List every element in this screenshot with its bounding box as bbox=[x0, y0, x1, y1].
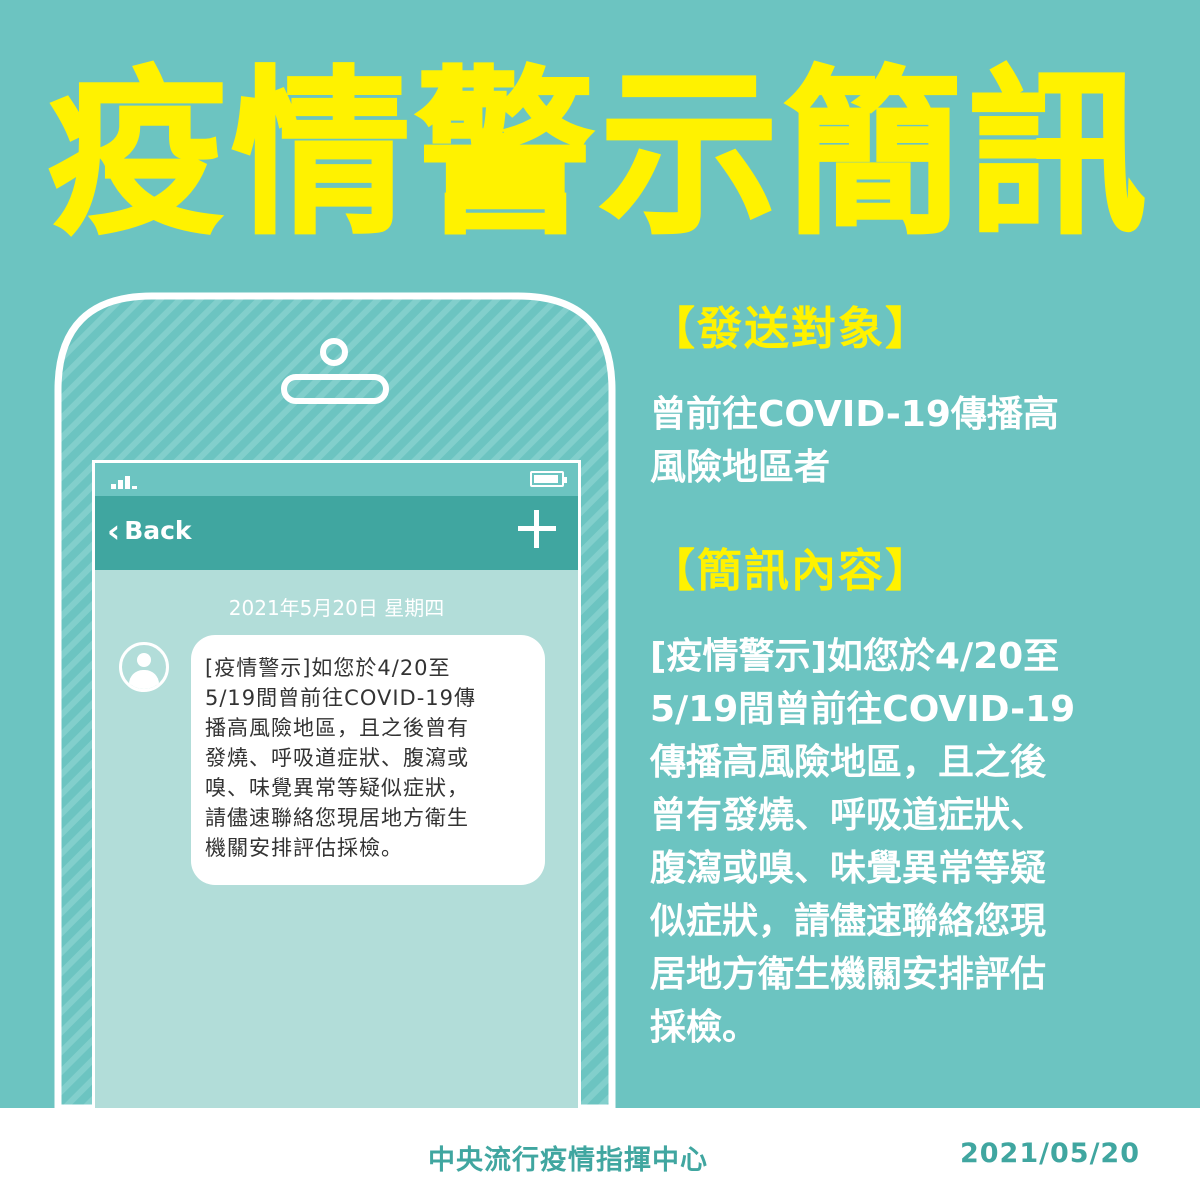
status-bar bbox=[95, 463, 578, 496]
message-line: 播高風險地區，且之後曾有 bbox=[205, 716, 469, 740]
plus-icon[interactable] bbox=[518, 510, 556, 548]
nav-bar: ‹ Back bbox=[95, 496, 578, 570]
recipients-text: 曾前往COVID-19傳播高 風險地區者 bbox=[650, 394, 1059, 488]
message-line: 請儘速聯絡您現居地方衛生 bbox=[205, 806, 469, 830]
publish-date: 2021/05/20 bbox=[959, 1138, 1140, 1169]
content-text: [疫情警示]如您於4/20至 5/19間曾前往COVID-19 傳播高風險地區，… bbox=[650, 636, 1076, 1048]
organization-name: 中央流行疫情指揮中心 bbox=[428, 1145, 708, 1176]
content-heading: 【簡訊內容】 bbox=[650, 544, 933, 597]
message-line: 嗅、味覺異常等疑似症狀， bbox=[205, 776, 469, 800]
message-bubble: [疫情警示]如您於4/20至 5/19間曾前往COVID-19傳 播高風險地區，… bbox=[191, 635, 545, 885]
message-date: 2021年5月20日 星期四 bbox=[228, 596, 445, 620]
back-button[interactable]: ‹ Back bbox=[107, 511, 192, 550]
message-line: 發燒、呼吸道症狀、腹瀉或 bbox=[205, 746, 469, 770]
message-line: 機關安排評估採檢。 bbox=[205, 836, 403, 860]
message-line: 5/19間曾前往COVID-19傳 bbox=[205, 686, 477, 710]
avatar-icon bbox=[119, 642, 169, 692]
signal-icon bbox=[111, 471, 139, 489]
battery-icon bbox=[530, 471, 567, 487]
footer: 中央流行疫情指揮中心 2021/05/20 bbox=[0, 1108, 1200, 1199]
chevron-left-icon: ‹ bbox=[107, 511, 121, 550]
message-area: 2021年5月20日 星期四 [疫情警示]如您於4/20至 5/19間曾前往CO… bbox=[95, 570, 578, 1110]
recipients-heading: 【發送對象】 bbox=[650, 302, 933, 355]
message-line: [疫情警示]如您於4/20至 bbox=[205, 656, 451, 680]
back-label: Back bbox=[124, 516, 192, 545]
